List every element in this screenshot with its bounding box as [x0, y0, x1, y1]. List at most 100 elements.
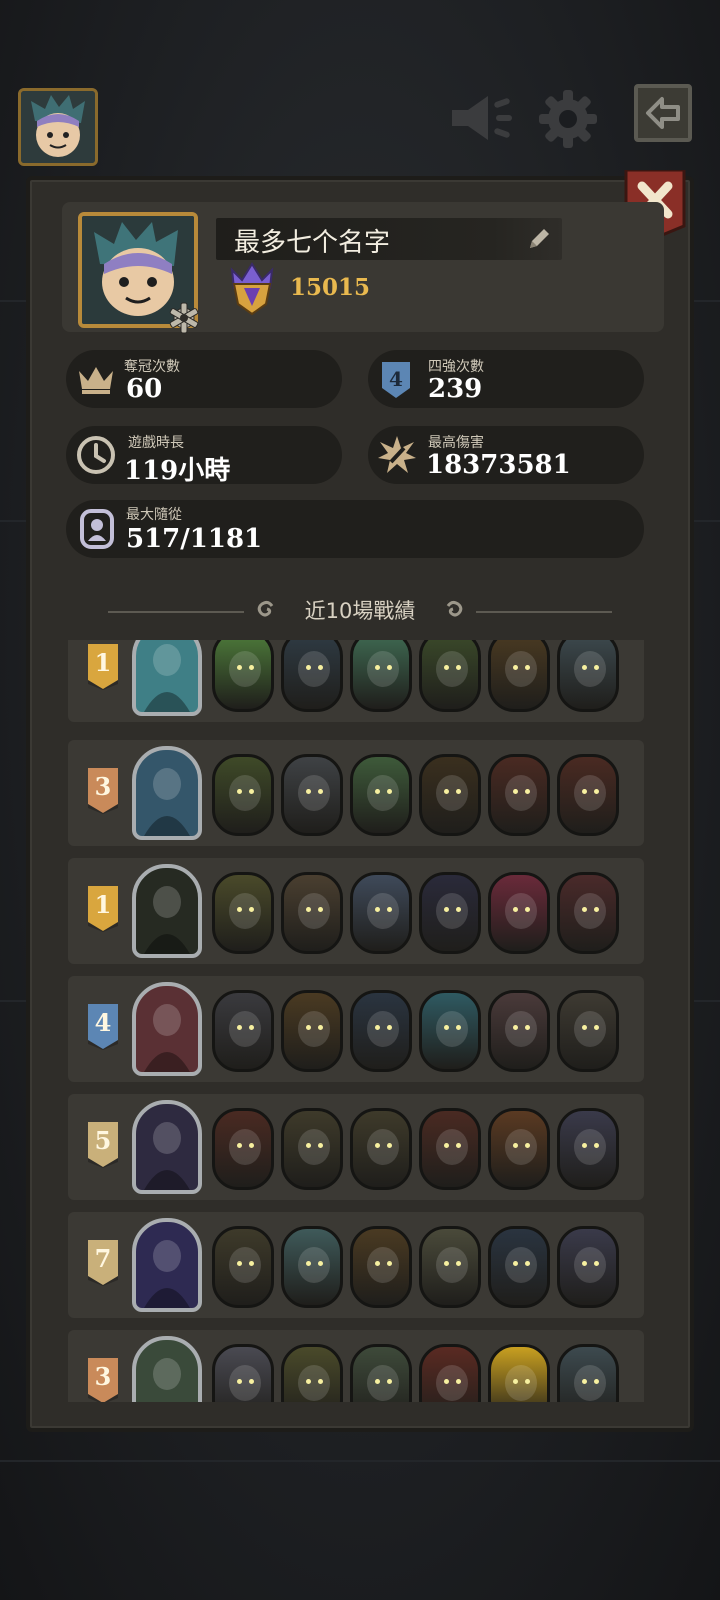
- unit-portrait[interactable]: [557, 872, 619, 954]
- stat-championships-value: 60: [126, 374, 163, 404]
- hero-portrait[interactable]: [132, 1218, 202, 1312]
- hero-figure-icon: [153, 1358, 181, 1390]
- match-row[interactable]: 1: [68, 858, 644, 964]
- match-row[interactable]: 4: [68, 976, 644, 1082]
- unit-portrait[interactable]: [488, 1108, 550, 1190]
- placement-number: 3: [94, 1362, 112, 1391]
- unit-portrait[interactable]: [557, 640, 619, 712]
- unit-portrait[interactable]: [557, 754, 619, 836]
- hero-portrait[interactable]: [132, 1336, 202, 1402]
- rank-emblem-icon: [230, 262, 274, 316]
- match-row[interactable]: 1: [68, 640, 644, 722]
- hero-figure-icon: [144, 886, 190, 954]
- settings-gear-icon[interactable]: [536, 88, 600, 150]
- unit-portrait[interactable]: [212, 640, 274, 712]
- unit-portrait[interactable]: [419, 1226, 481, 1308]
- unit-portrait[interactable]: [281, 990, 343, 1072]
- unit-portrait[interactable]: [350, 1108, 412, 1190]
- unit-portrait[interactable]: [350, 990, 412, 1072]
- unit-portrait[interactable]: [350, 1226, 412, 1308]
- unit-portrait[interactable]: [419, 1344, 481, 1402]
- match-row[interactable]: 3: [68, 1330, 644, 1402]
- unit-portrait[interactable]: [419, 990, 481, 1072]
- unit-portrait[interactable]: [350, 640, 412, 712]
- stat-playtime: 遊戲時長 119小時: [66, 426, 342, 486]
- unit-portrait[interactable]: [419, 754, 481, 836]
- stat-championships: 奪冠次數 60: [66, 350, 342, 408]
- stat-max-damage: 最高傷害 18373581: [368, 426, 644, 484]
- placement-number: 1: [94, 890, 112, 919]
- avatar-settings-gear-icon[interactable]: [168, 302, 200, 334]
- placement-number: 5: [94, 1126, 112, 1155]
- placement-number: 7: [94, 1244, 112, 1273]
- unit-portrait[interactable]: [350, 1344, 412, 1402]
- match-row[interactable]: 5: [68, 1094, 644, 1200]
- crown-icon: [79, 367, 113, 394]
- trophy-count: 15015: [290, 274, 371, 301]
- unit-portrait[interactable]: [419, 1108, 481, 1190]
- unit-portrait[interactable]: [419, 640, 481, 712]
- unit-portrait[interactable]: [281, 640, 343, 712]
- unit-portrait[interactable]: [281, 1226, 343, 1308]
- unit-portrait[interactable]: [350, 754, 412, 836]
- announcement-megaphone-icon[interactable]: [446, 88, 516, 148]
- avatar-portrait-icon: [21, 91, 95, 163]
- clock-icon: [77, 436, 115, 474]
- player-name: 最多七个名字: [234, 228, 391, 258]
- placement-number: 4: [94, 1008, 112, 1037]
- unit-portrait[interactable]: [212, 754, 274, 836]
- stat-top4-value: 239: [428, 374, 483, 404]
- damage-burst-icon: [378, 436, 416, 473]
- unit-portrait[interactable]: [212, 1226, 274, 1308]
- hero-portrait[interactable]: [132, 982, 202, 1076]
- hero-figure-icon: [144, 644, 190, 712]
- hero-portrait[interactable]: [132, 1100, 202, 1194]
- unit-portrait[interactable]: [488, 990, 550, 1072]
- top4-shield-icon: 4: [382, 362, 410, 398]
- unit-portrait[interactable]: [212, 872, 274, 954]
- match-row[interactable]: 3: [68, 740, 644, 846]
- edit-pencil-icon[interactable]: [526, 226, 552, 252]
- unit-portrait[interactable]: [419, 872, 481, 954]
- stat-max-followers: 最大隨從 517/1181: [66, 500, 644, 558]
- back-arrow-icon: [646, 97, 680, 129]
- unit-portrait[interactable]: [557, 1226, 619, 1308]
- placement-number: 3: [94, 772, 112, 801]
- unit-portrait[interactable]: [281, 1344, 343, 1402]
- recent-matches-title: 近10場戰績: [304, 599, 416, 623]
- unit-portrait[interactable]: [557, 1344, 619, 1402]
- unit-portrait[interactable]: [281, 754, 343, 836]
- unit-portrait[interactable]: [557, 1108, 619, 1190]
- unit-portrait[interactable]: [212, 990, 274, 1072]
- hero-figure-icon: [144, 1122, 190, 1190]
- follower-icon: [80, 509, 114, 549]
- back-button[interactable]: [634, 84, 692, 142]
- unit-portrait[interactable]: [488, 1226, 550, 1308]
- svg-text:4: 4: [389, 367, 403, 391]
- hero-figure-icon: [144, 1004, 190, 1072]
- hero-portrait[interactable]: [132, 746, 202, 840]
- placement-number: 1: [94, 648, 112, 677]
- hero-figure-icon: [144, 1240, 190, 1308]
- match-history-list[interactable]: 1 3 1 4 5 7 3: [66, 640, 654, 1402]
- hero-portrait[interactable]: [132, 864, 202, 958]
- unit-portrait[interactable]: [281, 1108, 343, 1190]
- unit-portrait[interactable]: [488, 640, 550, 712]
- unit-portrait[interactable]: [350, 872, 412, 954]
- unit-portrait[interactable]: [488, 872, 550, 954]
- match-row[interactable]: 7: [68, 1212, 644, 1318]
- hero-figure-icon: [144, 768, 190, 836]
- swirl-ornament-icon: [446, 600, 463, 617]
- unit-portrait[interactable]: [488, 754, 550, 836]
- unit-portrait[interactable]: [488, 1344, 550, 1402]
- stat-top4: 4 四強次數 239: [368, 350, 644, 408]
- unit-portrait[interactable]: [557, 990, 619, 1072]
- player-avatar-button[interactable]: [18, 88, 98, 166]
- unit-portrait[interactable]: [212, 1344, 274, 1402]
- hero-portrait[interactable]: [132, 640, 202, 716]
- stat-max-followers-value: 517/1181: [126, 524, 263, 554]
- stat-max-damage-value: 18373581: [426, 450, 571, 480]
- unit-portrait[interactable]: [212, 1108, 274, 1190]
- stat-playtime-value: 119小時: [124, 456, 231, 486]
- unit-portrait[interactable]: [281, 872, 343, 954]
